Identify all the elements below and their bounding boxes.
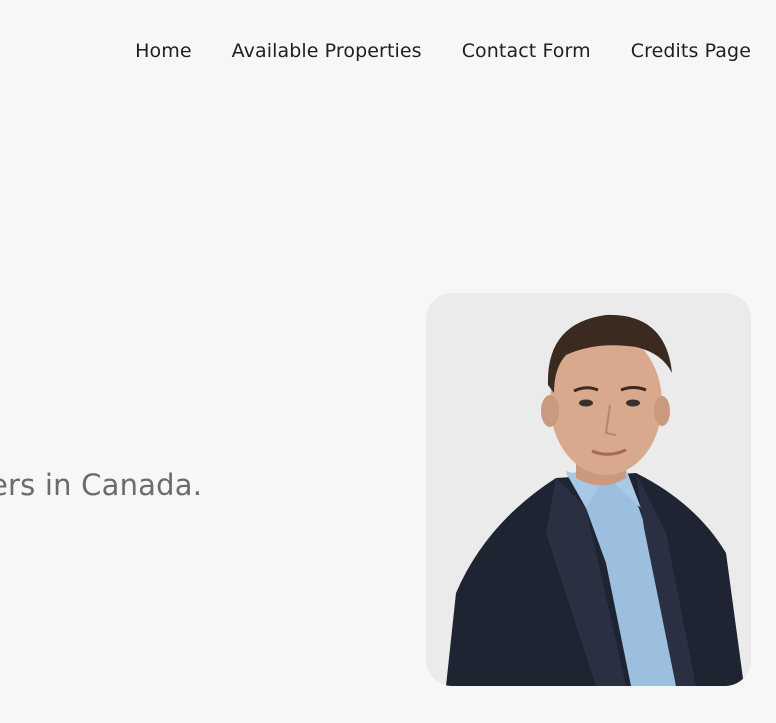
main-nav: Home Available Properties Contact Form C… <box>135 40 751 62</box>
hero-tagline: ers in Canada. <box>0 468 203 502</box>
nav-link-home[interactable]: Home <box>135 40 192 62</box>
portrait-illustration <box>426 293 751 686</box>
nav-link-available-properties[interactable]: Available Properties <box>232 40 422 62</box>
agent-portrait <box>426 293 751 686</box>
page: Home Available Properties Contact Form C… <box>0 0 776 723</box>
nav-link-contact-form[interactable]: Contact Form <box>462 40 591 62</box>
nav-link-credits-page[interactable]: Credits Page <box>631 40 751 62</box>
